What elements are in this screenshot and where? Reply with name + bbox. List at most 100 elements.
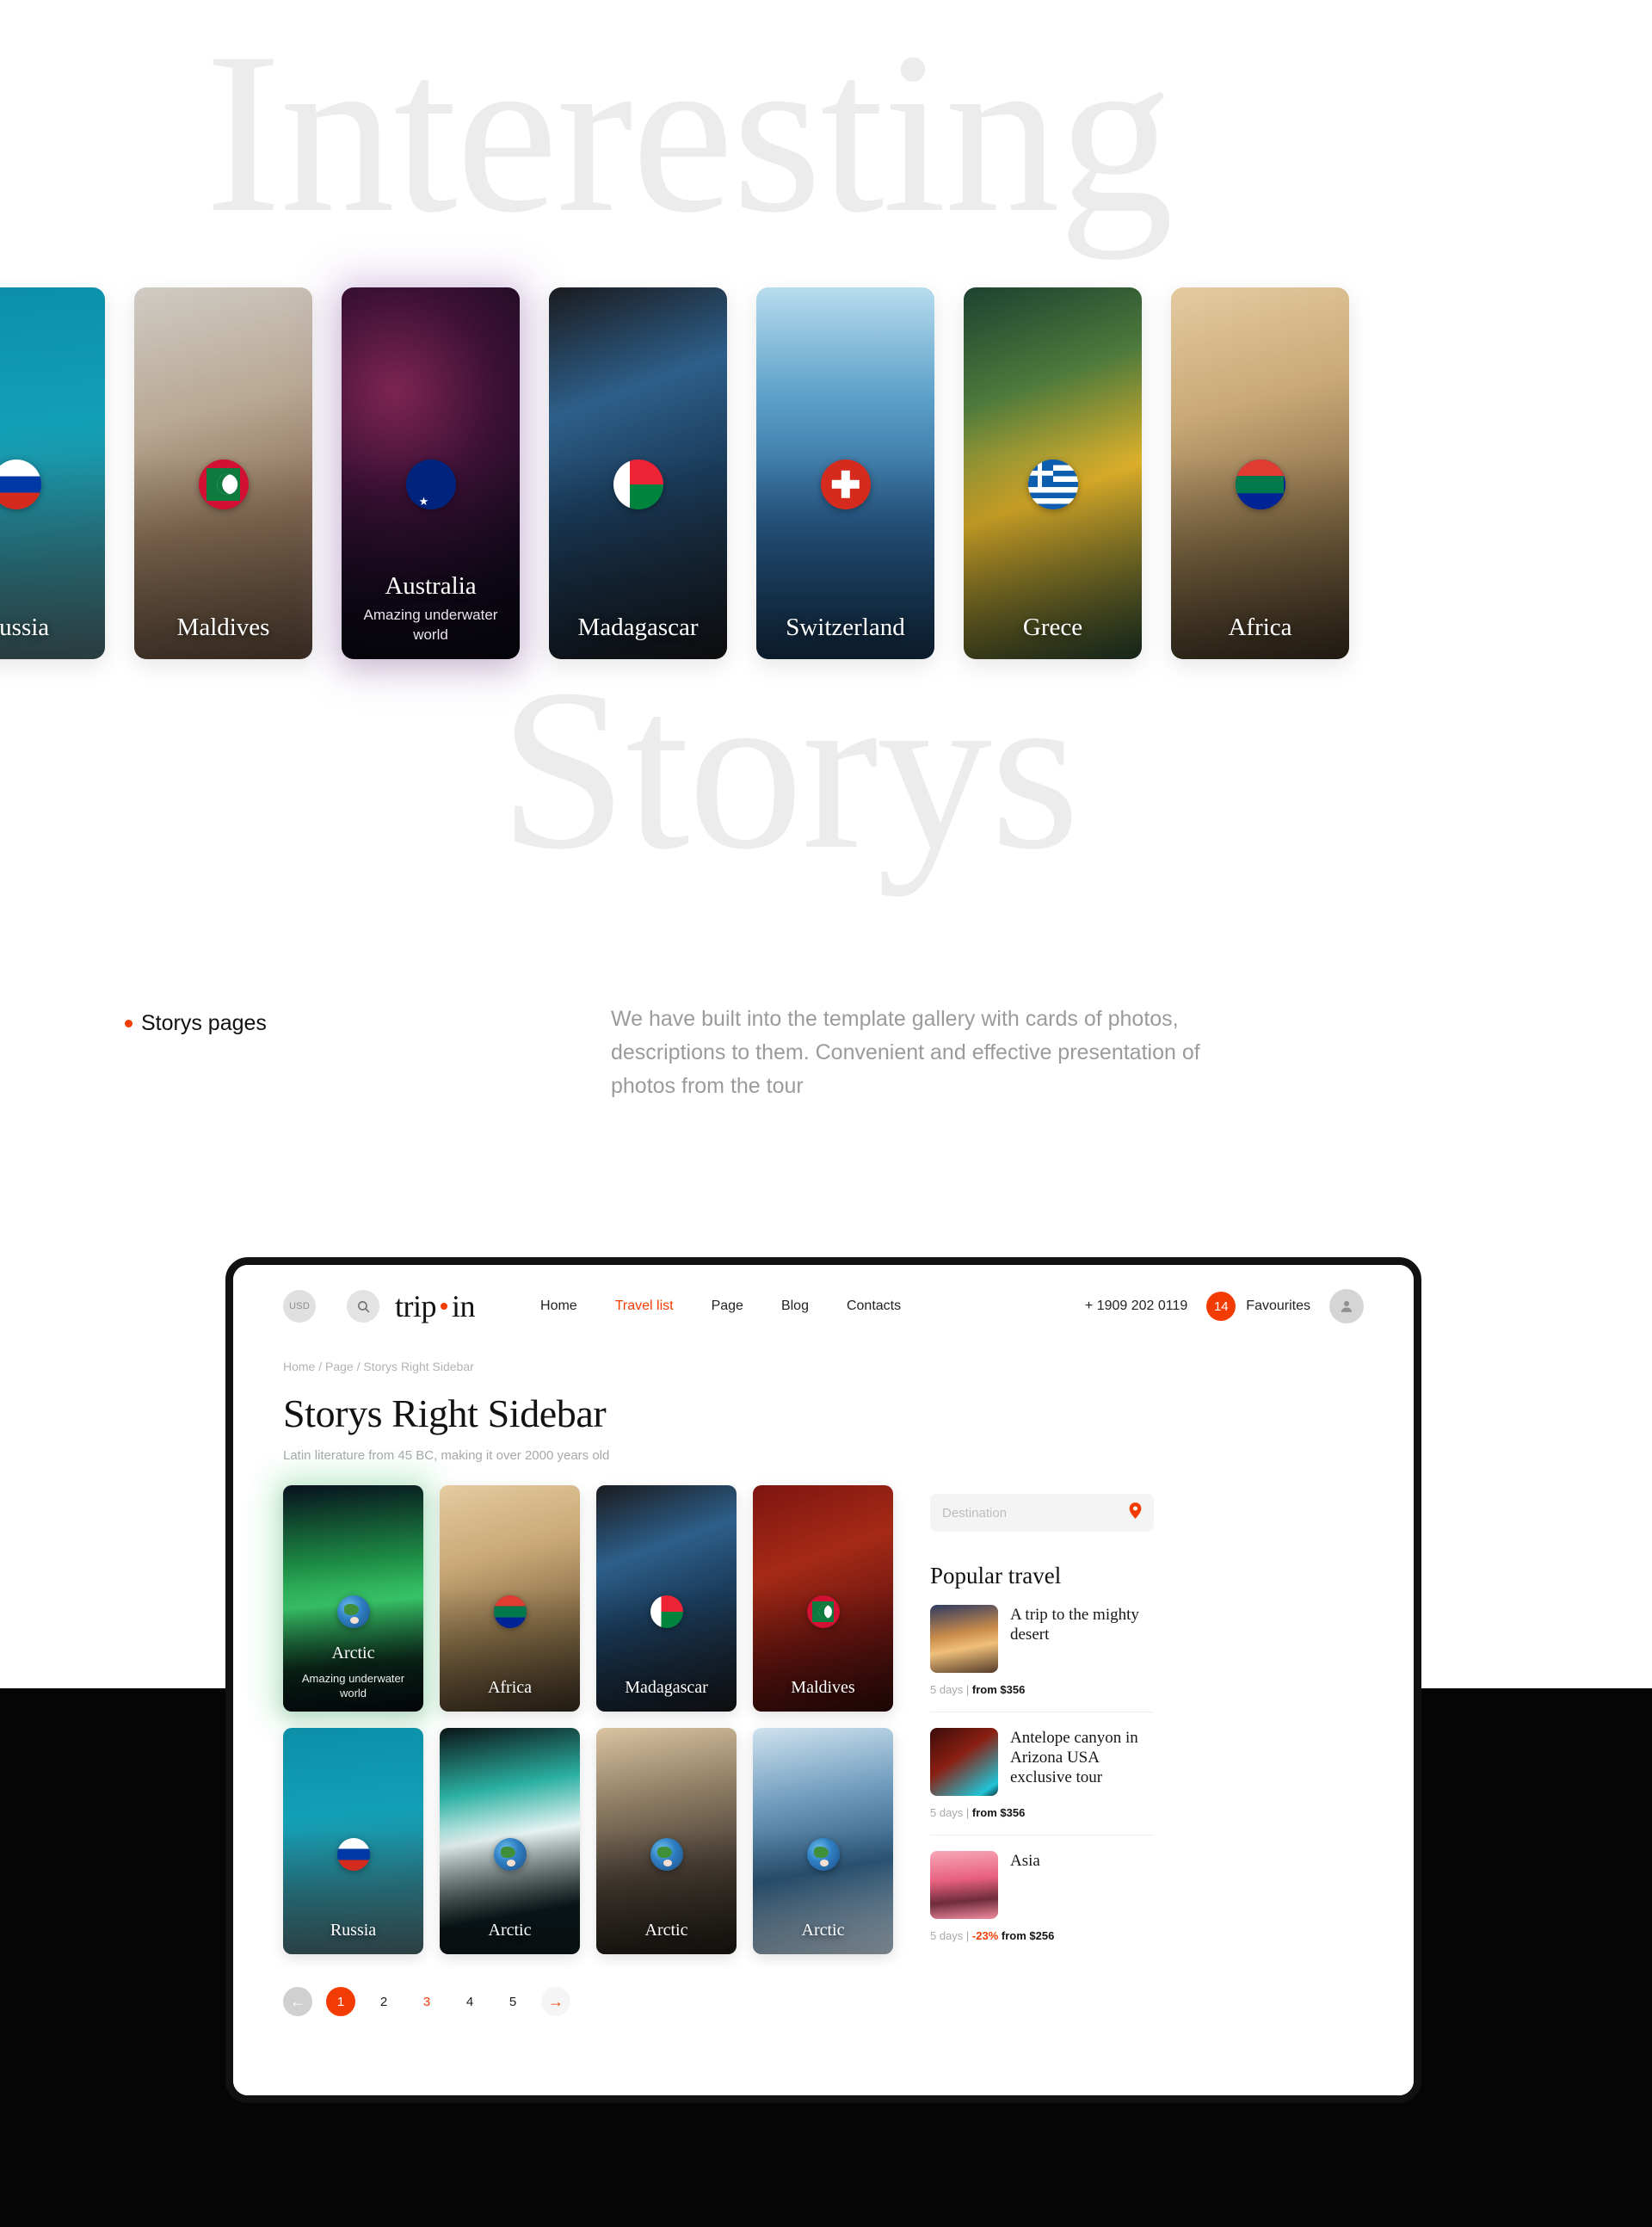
nav-item-travel-list[interactable]: Travel list <box>615 1299 674 1314</box>
gallery-card-caption: Maldives <box>791 1678 855 1697</box>
gallery-card[interactable]: Arctic <box>596 1728 737 1954</box>
nav-item-home[interactable]: Home <box>540 1299 577 1314</box>
intro-label-text: Storys pages <box>141 1011 267 1035</box>
popular-travel-thumbnail <box>930 1605 998 1673</box>
header-right-group: + 1909 202 0119 14 Favourites <box>1085 1289 1364 1323</box>
user-icon[interactable] <box>1329 1289 1364 1323</box>
country-flag-icon <box>650 1838 683 1871</box>
hero-card-caption: Africa <box>1228 613 1292 641</box>
page-lede: Latin literature from 45 BC, making it o… <box>283 1448 610 1463</box>
popular-travel-days: 5 days | <box>930 1806 970 1819</box>
gallery-card[interactable]: Arctic <box>753 1728 893 1954</box>
hero-card-caption: Australia <box>385 571 477 600</box>
country-flag-icon <box>1027 460 1078 509</box>
gallery-card[interactable]: Madagascar <box>596 1485 737 1712</box>
pagination: ← 1 2 3 4 5 → <box>283 1987 891 2016</box>
gallery-card[interactable]: Arctic Amazing underwater world <box>283 1485 423 1712</box>
nav-item-contacts[interactable]: Contacts <box>847 1299 901 1314</box>
main-navigation: Home Travel list Page Blog Contacts <box>540 1299 901 1314</box>
country-flag-icon <box>336 1838 370 1871</box>
hero-card-strip: Russia Maldives Australia Amazing underwate… <box>0 287 1652 659</box>
logo-dot-icon <box>441 1303 447 1310</box>
currency-button[interactable]: USD <box>283 1290 316 1323</box>
country-flag-icon <box>493 1838 527 1871</box>
country-flag-icon <box>806 1838 840 1871</box>
popular-travel-price: from $256 <box>1001 1929 1055 1942</box>
popular-travel-item[interactable]: Asia 5 days | -23% from $256 <box>930 1835 1154 1958</box>
intro-body: We have built into the template gallery … <box>611 1007 1200 1098</box>
popular-travel-meta: 5 days | from $356 <box>930 1806 1154 1819</box>
page-number-1[interactable]: 1 <box>326 1987 355 2016</box>
hero-card-subtitle: Amazing underwater world <box>363 607 498 644</box>
site-header: USD trip in Home Travel list Page Blog Conta… <box>283 1265 1364 1348</box>
popular-travel-item[interactable]: A trip to the mighty desert 5 days | from… <box>930 1589 1154 1712</box>
popular-travel-title: Asia <box>1010 1852 1040 1870</box>
page-number-2[interactable]: 2 <box>369 1987 398 2016</box>
hero-card[interactable]: Africa <box>1171 287 1349 659</box>
favourites-count-badge: 14 <box>1206 1292 1236 1321</box>
nav-item-blog[interactable]: Blog <box>781 1299 809 1314</box>
popular-travel-price: from $356 <box>971 1683 1026 1696</box>
popular-travel-price: from $356 <box>971 1806 1026 1819</box>
popular-travel-item[interactable]: Antelope canyon in Arizona USA exclusive… <box>930 1712 1154 1835</box>
hero-card[interactable]: Madagascar <box>549 287 727 659</box>
gallery-card-caption: Africa <box>487 1678 533 1697</box>
bullet-icon <box>125 1020 133 1027</box>
country-flag-icon <box>336 1595 370 1628</box>
gallery-card[interactable]: Arctic <box>440 1728 580 1954</box>
gallery-column: Arctic Amazing underwater world Africa Mada… <box>283 1485 893 2016</box>
page-root: Interesting Storys Russia Maldives Austral… <box>0 0 1652 2227</box>
popular-travel-title: Antelope canyon in Arizona USA exclusive… <box>1010 1729 1138 1787</box>
hero-card[interactable]: Maldives <box>134 287 312 659</box>
hero-card[interactable]: Grece <box>964 287 1142 659</box>
gallery-card-caption: Arctic <box>801 1921 845 1940</box>
hero-card-caption: Russia <box>0 613 50 641</box>
site-logo[interactable]: trip in <box>395 1288 476 1324</box>
page-title: Storys Right Sidebar <box>283 1391 607 1435</box>
sidebar-heading: Popular travel <box>930 1563 1062 1589</box>
country-flag-icon <box>493 1595 527 1628</box>
hero-card-caption: Maldives <box>176 613 270 641</box>
gallery-card-subtitle: Amazing underwater world <box>301 1671 405 1700</box>
country-flag-icon <box>806 1595 840 1628</box>
country-flag-icon <box>198 460 249 509</box>
favourites-button[interactable]: 14 Favourites <box>1206 1292 1310 1321</box>
gallery-card-caption: Arctic <box>488 1921 532 1940</box>
popular-travel-thumbnail <box>930 1728 998 1796</box>
gallery-card[interactable]: Maldives <box>753 1485 893 1712</box>
hero-card-caption: Madagascar <box>577 613 699 641</box>
header-phone[interactable]: + 1909 202 0119 <box>1085 1299 1187 1314</box>
map-pin-icon[interactable] <box>1129 1502 1142 1523</box>
search-icon[interactable] <box>347 1290 379 1323</box>
breadcrumb[interactable]: Home / Page / Storys Right Sidebar <box>283 1360 1364 1373</box>
hero-card[interactable]: Russia <box>0 287 105 659</box>
hero-card[interactable]: Switzerland <box>756 287 934 659</box>
nav-item-page[interactable]: Page <box>712 1299 743 1314</box>
page-number-5[interactable]: 5 <box>498 1987 527 2016</box>
gallery-card[interactable]: Africa <box>440 1485 580 1712</box>
gallery-card-caption: Arctic <box>331 1644 375 1663</box>
popular-travel-meta: 5 days | -23% from $256 <box>930 1929 1154 1942</box>
hero-card[interactable]: Australia Amazing underwater world <box>342 287 520 659</box>
arrow-right-icon[interactable]: → <box>541 1987 570 2016</box>
gallery-card-caption: Arctic <box>644 1921 688 1940</box>
country-flag-icon <box>1235 460 1285 509</box>
destination-search-field[interactable]: Destination <box>930 1494 1154 1532</box>
country-flag-icon <box>405 460 456 509</box>
popular-travel-days: 5 days | <box>930 1683 970 1696</box>
browser-mockup: USD trip in Home Travel list Page Blog Conta… <box>225 1257 1421 2103</box>
watermark-storys: Storys <box>499 641 1080 897</box>
page-number-4[interactable]: 4 <box>455 1987 484 2016</box>
popular-travel-meta: 5 days | from $356 <box>930 1683 1154 1696</box>
popular-travel-days: 5 days | <box>930 1929 970 1942</box>
country-flag-icon <box>613 460 663 509</box>
country-flag-icon <box>650 1595 683 1628</box>
page-content: Arctic Amazing underwater world Africa Mada… <box>283 1485 1364 2016</box>
logo-text-left: trip <box>395 1289 437 1323</box>
destination-placeholder: Destination <box>942 1505 1008 1521</box>
arrow-left-icon[interactable]: ← <box>283 1987 312 2016</box>
gallery-card[interactable]: Russia <box>283 1728 423 1954</box>
photo-grid: Arctic Amazing underwater world Africa Mada… <box>283 1485 893 1954</box>
page-number-3[interactable]: 3 <box>412 1987 441 2016</box>
watermark-interesting: Interesting <box>205 4 1174 260</box>
